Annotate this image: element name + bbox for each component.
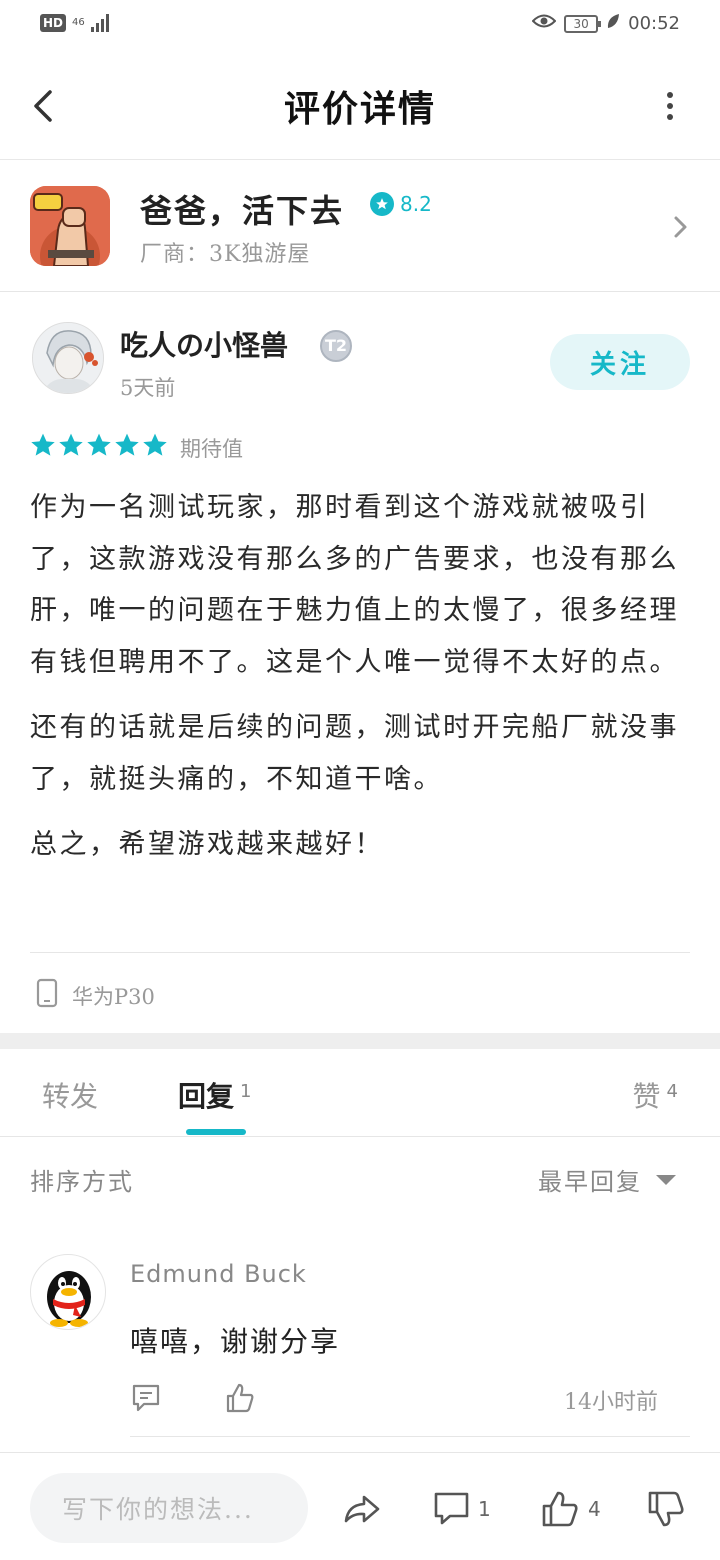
review-time: 5天前: [120, 376, 176, 400]
review-paragraph: 作为一名测试玩家，那时看到这个游戏就被吸引了，这款游戏没有那么多的广告要求，也没…: [30, 492, 679, 678]
tab-like-count: 4: [666, 1081, 678, 1102]
comment-count: 1: [478, 1497, 491, 1521]
level-badge: T2: [320, 330, 352, 362]
rating-value: 8.2: [400, 192, 432, 216]
reviewer-avatar[interactable]: [32, 322, 104, 394]
review-paragraph: 还有的话就是后续的问题，测试时开完船厂就没事了，就挺头痛的，不知道干啥。: [30, 712, 679, 795]
reply-time: 14小时前: [564, 1390, 658, 1415]
sort-dropdown[interactable]: 最早回复: [538, 1162, 676, 1197]
thumbs-up-icon[interactable]: [540, 1489, 580, 1529]
follow-button[interactable]: 关注: [550, 334, 690, 390]
replier-name[interactable]: Edmund Buck: [130, 1260, 307, 1288]
game-card[interactable]: 爸爸，活下去 8.2 厂商：3K独游屋: [0, 162, 720, 292]
chevron-right-icon: [670, 212, 690, 242]
tab-forward[interactable]: 转发: [42, 1075, 98, 1115]
tab-bar: 转发 回复 1 赞4: [0, 1049, 720, 1137]
game-vendor: 厂商：3K独游屋: [140, 242, 311, 267]
share-icon[interactable]: [342, 1489, 382, 1529]
divider: [130, 1436, 690, 1437]
signal-icon: [90, 14, 109, 32]
thumbs-up-icon[interactable]: [224, 1382, 256, 1414]
star-icon: [59, 433, 83, 456]
network-type: 46: [72, 17, 85, 28]
review-paragraph: 总之，希望游戏越来越好！: [30, 829, 384, 860]
thumbs-down-icon[interactable]: [646, 1489, 686, 1529]
tab-reply-count: 1: [240, 1081, 252, 1102]
device-name: 华为P30: [72, 984, 155, 1009]
game-app-icon: [30, 186, 110, 266]
device-info: 华为P30: [36, 978, 155, 1013]
app-header: 评价详情: [0, 56, 720, 160]
sort-label: 排序方式: [30, 1168, 134, 1196]
eye-icon: [531, 13, 557, 34]
reviewer-name[interactable]: 吃人の小怪兽: [120, 324, 288, 364]
star-icon: [87, 433, 111, 456]
star-rating: [30, 432, 168, 458]
bottom-action-bar: 写下你的想法... 1 4: [0, 1452, 720, 1560]
hd-badge: HD: [40, 14, 67, 32]
game-name: 爸爸，活下去: [140, 192, 345, 230]
leaf-icon: [606, 13, 620, 34]
comment-icon[interactable]: [130, 1382, 162, 1414]
star-icon: [31, 433, 55, 456]
status-bar: HD 46 30 00:52: [0, 0, 720, 50]
like-count: 4: [588, 1497, 601, 1521]
star-badge-icon: [370, 192, 394, 216]
more-options-icon[interactable]: [664, 92, 676, 122]
tab-reply-label: 回复: [178, 1080, 235, 1113]
phone-icon: [36, 978, 58, 1013]
status-right: 30 00:52: [531, 13, 680, 34]
tab-like[interactable]: 赞4: [633, 1075, 678, 1115]
reply-text: 嘻嘻，谢谢分享: [130, 1325, 341, 1358]
sort-value: 最早回复: [538, 1168, 642, 1196]
divider: [30, 952, 690, 953]
rating-label: 期待值: [180, 437, 243, 461]
tab-like-label: 赞: [632, 1080, 661, 1113]
tab-forward-label: 转发: [42, 1080, 99, 1113]
compose-input[interactable]: 写下你的想法...: [30, 1473, 308, 1543]
status-time: 00:52: [628, 13, 680, 34]
caret-down-icon: [656, 1174, 676, 1185]
replier-avatar[interactable]: [30, 1254, 106, 1330]
game-rating: 8.2: [370, 192, 432, 216]
star-icon: [143, 433, 167, 456]
section-separator: [0, 1033, 720, 1049]
tab-reply[interactable]: 回复 1: [178, 1075, 251, 1115]
comment-icon[interactable]: [432, 1489, 472, 1529]
review-body: 作为一名测试玩家，那时看到这个游戏就被吸引了，这款游戏没有那么多的广告要求，也没…: [30, 482, 680, 885]
star-icon: [115, 433, 139, 456]
page-title: 评价详情: [283, 88, 436, 130]
active-tab-indicator: [186, 1129, 246, 1135]
status-left: HD 46: [40, 14, 109, 32]
battery-icon: 30: [564, 14, 602, 33]
